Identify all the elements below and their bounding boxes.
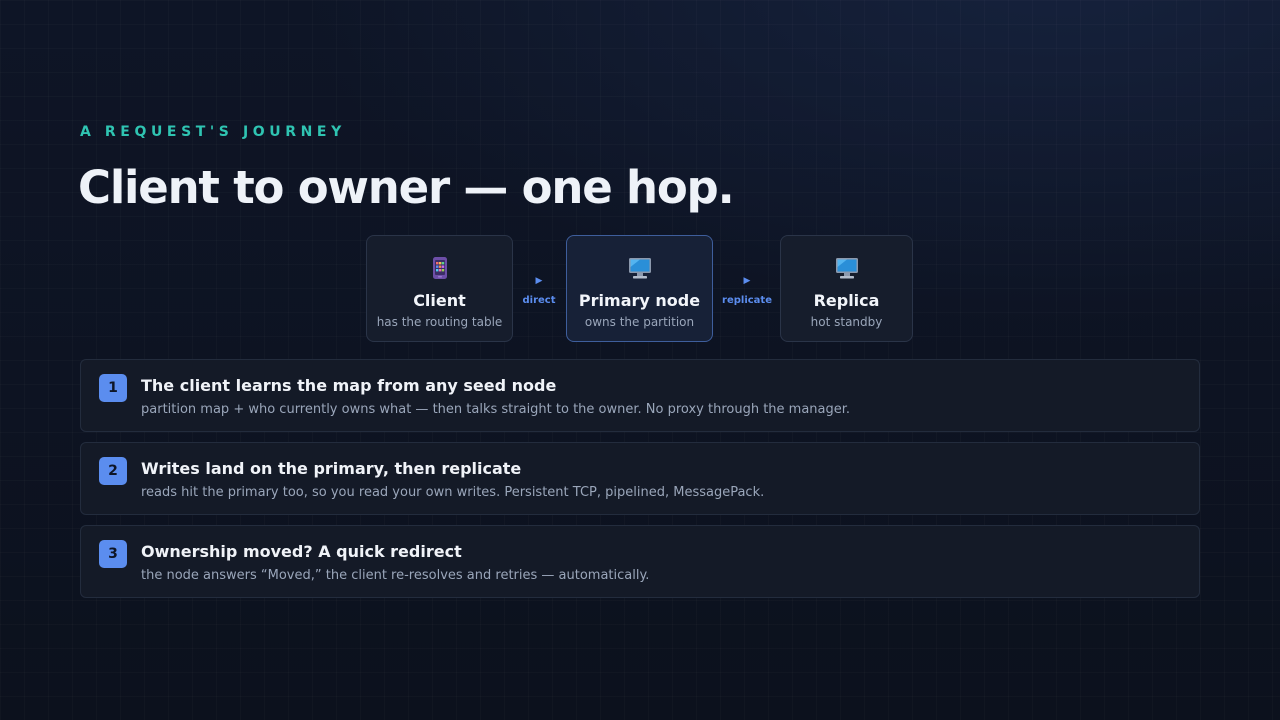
replica-node-subtitle: hot standby — [810, 315, 883, 329]
step-title: The client learns the map from any seed … — [141, 376, 557, 395]
step-description: reads hit the primary too, so you read y… — [141, 485, 765, 500]
primary-node: Primary node owns the partition — [566, 235, 713, 342]
replica-node-name: Replica — [813, 291, 880, 310]
steps-list: 1 The client learns the map from any see… — [80, 359, 1200, 608]
step-card: 2 Writes land on the primary, then repli… — [80, 442, 1200, 515]
primary-node-subtitle: owns the partition — [584, 315, 695, 329]
client-node-name: Client — [413, 291, 466, 310]
step-description: the node answers “Moved,” the client re-… — [141, 568, 650, 583]
arrow-right-icon: ▶ — [743, 276, 751, 286]
step-title: Ownership moved? A quick redirect — [141, 542, 462, 561]
direct-link-label: direct — [522, 295, 556, 306]
step-number-badge: 3 — [99, 540, 127, 568]
replicate-link: ▶ replicate — [718, 275, 776, 306]
direct-link: ▶ direct — [517, 275, 561, 306]
client-node: Client has the routing table — [366, 235, 513, 342]
step-card: 1 The client learns the map from any see… — [80, 359, 1200, 432]
phone-icon — [428, 256, 452, 280]
step-number-badge: 1 — [99, 374, 127, 402]
client-node-subtitle: has the routing table — [376, 315, 503, 329]
step-card: 3 Ownership moved? A quick redirect the … — [80, 525, 1200, 598]
replica-node: Replica hot standby — [780, 235, 913, 342]
arrow-right-icon: ▶ — [535, 276, 543, 286]
step-title: Writes land on the primary, then replica… — [141, 459, 522, 478]
page-title: Client to owner — one hop. — [78, 161, 735, 214]
step-description: partition map + who currently owns what … — [141, 402, 851, 417]
monitor-icon — [628, 256, 652, 280]
replicate-link-label: replicate — [722, 295, 772, 306]
primary-node-name: Primary node — [578, 291, 701, 310]
section-eyebrow: A REQUEST'S JOURNEY — [80, 124, 346, 140]
monitor-icon — [835, 256, 859, 280]
step-number-badge: 2 — [99, 457, 127, 485]
